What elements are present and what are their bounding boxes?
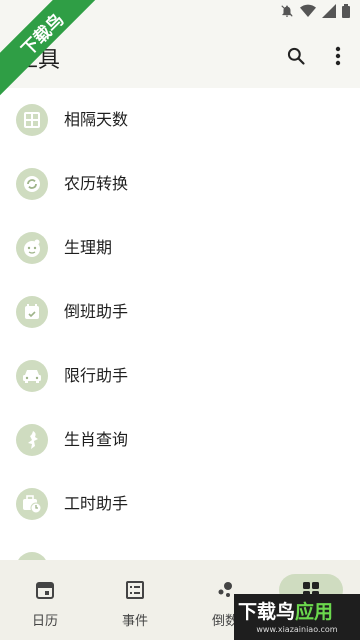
tool-icon-circle <box>16 488 48 520</box>
tool-icon-circle <box>16 168 48 200</box>
nav-label: 事件 <box>121 614 148 629</box>
watermark-logo: 下载鸟应用 <box>238 597 333 624</box>
tool-label: 农历转换 <box>64 174 129 193</box>
tool-item-shift-helper[interactable]: 倒班助手 <box>0 280 360 344</box>
calendar-check-icon <box>25 304 39 319</box>
battery-icon <box>342 4 350 18</box>
tools-list: 相隔天数 农历转换 生理期 倒班助手 限行助手 生肖查询 工时助手 <box>0 88 360 560</box>
more-options-button[interactable] <box>322 40 354 72</box>
nav-item-events[interactable]: 事件 <box>90 560 180 640</box>
face-icon <box>24 239 40 257</box>
zodiac-icon <box>28 431 38 449</box>
work-time-icon <box>23 495 42 513</box>
tool-label: 相隔天数 <box>64 110 129 129</box>
tool-item-zodiac[interactable]: 生肖查询 <box>0 408 360 472</box>
tool-label: 倒班助手 <box>64 302 129 321</box>
tool-item-partial[interactable] <box>0 536 360 560</box>
calculator-icon <box>24 112 40 128</box>
nav-label: 日历 <box>31 614 58 629</box>
watermark-logo-a: 下载鸟 <box>238 601 296 623</box>
more-vert-icon <box>335 46 341 66</box>
nav-icon-wrap <box>29 574 61 606</box>
bubbles-icon <box>218 582 232 597</box>
wifi-icon <box>300 4 316 18</box>
tool-icon-circle <box>16 104 48 136</box>
tool-label: 工时助手 <box>64 494 129 513</box>
nav-icon-wrap <box>119 574 151 606</box>
tool-icon-circle <box>16 360 48 392</box>
tool-item-days-between[interactable]: 相隔天数 <box>0 88 360 152</box>
nav-item-calendar[interactable]: 日历 <box>0 560 90 640</box>
signal-icon <box>322 4 336 18</box>
tool-label: 限行助手 <box>64 366 129 385</box>
search-icon <box>287 47 305 65</box>
convert-icon <box>24 176 40 192</box>
tool-item-work-hours[interactable]: 工时助手 <box>0 472 360 536</box>
car-icon <box>23 370 41 383</box>
tool-label: 生理期 <box>64 238 113 257</box>
tool-label: 生肖查询 <box>64 430 129 449</box>
watermark-url: www.xiazainiao.com <box>256 625 338 634</box>
tool-item-traffic-restriction[interactable]: 限行助手 <box>0 344 360 408</box>
tool-icon-circle <box>16 296 48 328</box>
notifications-off-icon <box>281 5 293 17</box>
tool-item-period[interactable]: 生理期 <box>0 216 360 280</box>
tool-icon-circle <box>16 424 48 456</box>
calendar-icon <box>36 582 54 599</box>
watermark-logo-b: 应用 <box>295 601 334 623</box>
site-watermark: 下载鸟应用 www.xiazainiao.com <box>234 594 360 640</box>
search-button[interactable] <box>280 40 312 72</box>
tool-icon-circle <box>16 232 48 264</box>
tool-item-lunar-convert[interactable]: 农历转换 <box>0 152 360 216</box>
tool-icon-circle <box>16 552 48 560</box>
list-icon <box>126 581 144 599</box>
